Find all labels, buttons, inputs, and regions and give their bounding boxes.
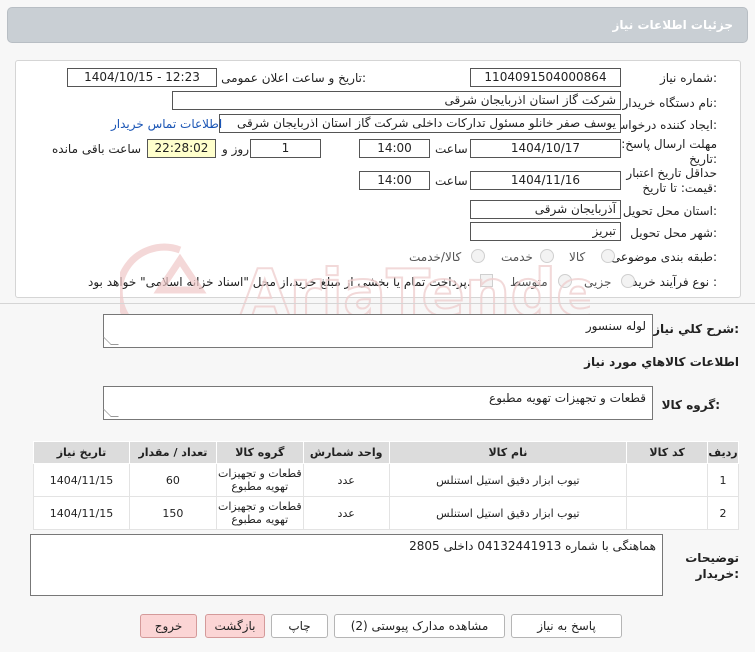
deadline-label: مهلت ارسال پاسخ: تا <box>610 137 717 151</box>
col-unit-header: واحد شمارش <box>302 441 390 464</box>
category-mixed-radio[interactable] <box>471 249 485 263</box>
col-code-header: کد کالا <box>626 441 709 464</box>
col-date-header: تاریخ نیاز <box>33 441 130 464</box>
summary-label: شرح کلي نياز: <box>653 322 739 336</box>
category-service-radio[interactable] <box>540 249 554 263</box>
buyer-notes-label: توضیحات <box>685 551 739 565</box>
need-number-field: 1104091504000864 <box>470 68 621 87</box>
cell-code <box>626 496 709 530</box>
category-mixed-label: کالا/خدمت <box>409 250 462 264</box>
requester-label: ایجاد کننده درخواست: <box>606 118 717 132</box>
city-field: تبریز <box>470 222 621 241</box>
province-label: استان محل تحویل: <box>622 204 717 218</box>
category-label: طبقه بندی موضوعی: <box>610 250 717 264</box>
deadline-time-field: 14:00 <box>359 139 430 158</box>
cell-name: تیوب ابزار دقیق استیل استنلس <box>388 463 628 497</box>
cell-group-line-1: قطعات و تجهیزات <box>217 467 302 480</box>
cell-group: قطعات و تجهیزات تهویه مطبوع <box>215 463 304 497</box>
cell-row: 2 <box>707 496 739 530</box>
remaining-time-label: ساعت باقی مانده <box>52 142 142 156</box>
col-row-header: ردیف <box>707 441 739 464</box>
buyer-notes-label-2: خریدار: <box>695 567 739 581</box>
cell-date: 1404/11/15 <box>33 463 130 497</box>
announce-label: تاریخ و ساعت اعلان عمومی: <box>221 71 366 85</box>
category-goods-label: کالا <box>569 250 586 264</box>
need-number-label: شماره نیاز: <box>659 71 717 85</box>
goods-group-label: گروه کالا: <box>661 398 720 412</box>
print-button[interactable]: چاپ <box>271 614 328 638</box>
table-row: 1 تیوب ابزار دقیق استیل استنلس عدد قطعات… <box>33 463 739 497</box>
validity-time-field: 14:00 <box>359 171 430 190</box>
city-label: شهر محل تحویل: <box>630 226 717 240</box>
cell-name: تیوب ابزار دقیق استیل استنلس <box>388 496 628 530</box>
page-title: جزئیات اطلاعات نیاز <box>612 18 733 32</box>
view-attachments-button[interactable]: مشاهده مدارک پیوستی (2) <box>334 614 505 638</box>
cell-code <box>626 463 709 497</box>
treasury-payment-note: پرداخت تمام یا بخشی از مبلغ خرید،از محل … <box>88 275 471 289</box>
cell-qty: 150 <box>129 496 217 530</box>
cell-group: قطعات و تجهیزات تهویه مطبوع <box>215 496 304 530</box>
buyer-notes-text: هماهنگی با شماره 04132441913 داخلی 2805 <box>409 539 656 553</box>
validity-time-label: ساعت <box>435 174 468 188</box>
deadline-date-field: 1404/10/17 <box>470 139 621 158</box>
cell-group-line-2: تهویه مطبوع <box>231 513 289 526</box>
back-button[interactable]: بازگشت <box>205 614 265 638</box>
goods-group-textarea[interactable]: قطعات و تجهیزات تهویه مطبوع <box>103 386 653 420</box>
process-medium-radio[interactable] <box>558 274 572 288</box>
goods-group-text: قطعات و تجهیزات تهویه مطبوع <box>489 391 646 405</box>
contact-buyer-link[interactable]: اطلاعات تماس خریدار <box>111 117 222 131</box>
section-divider <box>0 303 755 304</box>
cell-date: 1404/11/15 <box>33 496 130 530</box>
cell-group-line-1: قطعات و تجهیزات <box>217 500 302 513</box>
category-goods-radio[interactable] <box>601 249 615 263</box>
process-minor-radio[interactable] <box>621 274 635 288</box>
treasury-payment-checkbox[interactable] <box>480 274 493 287</box>
goods-table: ردیف کد کالا نام کالا واحد شمارش گروه کا… <box>33 441 739 530</box>
cell-qty: 60 <box>129 463 217 497</box>
goods-info-title: اطلاعات کالاهاي مورد نياز <box>584 355 739 369</box>
validity-label-2: قیمت: تا تاریخ: <box>642 181 717 195</box>
deadline-time-label: ساعت <box>435 142 468 156</box>
cell-unit: عدد <box>302 496 390 530</box>
cell-row: 1 <box>707 463 739 497</box>
col-group-header: گروه کالا <box>215 441 304 464</box>
col-qty-header: تعداد / مقدار <box>129 441 217 464</box>
category-service-label: خدمت <box>501 250 533 264</box>
title-bar: جزئیات اطلاعات نیاز <box>7 7 748 43</box>
cell-group-line-2: تهویه مطبوع <box>231 480 289 493</box>
reply-button[interactable]: پاسخ به نیاز <box>511 614 622 638</box>
summary-textarea[interactable]: لوله سنسور <box>103 314 653 348</box>
announce-field: 1404/10/15 - 12:23 <box>67 68 217 87</box>
exit-button[interactable]: خروج <box>140 614 197 638</box>
col-name-header: نام کالا <box>388 441 628 464</box>
table-row: 2 تیوب ابزار دقیق استیل استنلس عدد قطعات… <box>33 496 739 530</box>
buyer-notes-textarea[interactable]: هماهنگی با شماره 04132441913 داخلی 2805 <box>30 534 663 596</box>
remaining-time-field: 22:28:02 <box>147 139 216 158</box>
buyer-org-field: شرکت گاز استان اذربایجان شرقی <box>172 91 621 110</box>
resize-grip[interactable] <box>103 337 119 345</box>
requester-field: یوسف صفر خانلو مسئول تدارکات داخلی شرکت … <box>219 114 621 133</box>
process-medium-label: متوسط <box>510 275 548 289</box>
deadline-label-2: تاریخ: <box>689 152 717 166</box>
resize-grip[interactable] <box>103 409 119 417</box>
cell-unit: عدد <box>302 463 390 497</box>
validity-date-field: 1404/11/16 <box>470 171 621 190</box>
days-remaining-field: 1 <box>250 139 321 158</box>
buyer-org-label: نام دستگاه خریدار: <box>622 96 718 110</box>
province-field: آذربایجان شرقی <box>470 200 621 219</box>
days-label: روز و <box>222 142 249 156</box>
process-minor-label: جزیی <box>584 275 612 289</box>
validity-label: حداقل تاریخ اعتبار <box>626 166 717 180</box>
summary-text: لوله سنسور <box>585 319 646 333</box>
process-label: نوع فرآیند خرید : <box>632 275 717 289</box>
